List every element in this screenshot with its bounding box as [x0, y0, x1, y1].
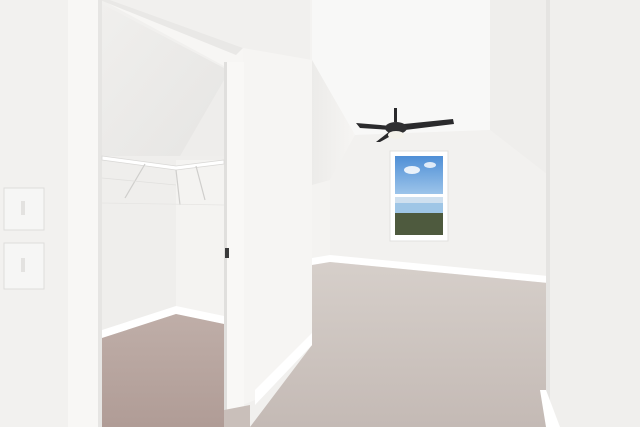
light-switch	[3, 242, 45, 290]
right-wall	[546, 0, 640, 427]
window-icon	[389, 150, 449, 242]
light-switch	[3, 187, 45, 231]
room-photo	[0, 0, 640, 427]
door-strike	[225, 248, 229, 258]
walk-in-closet	[101, 4, 229, 427]
room-scene	[0, 0, 640, 427]
